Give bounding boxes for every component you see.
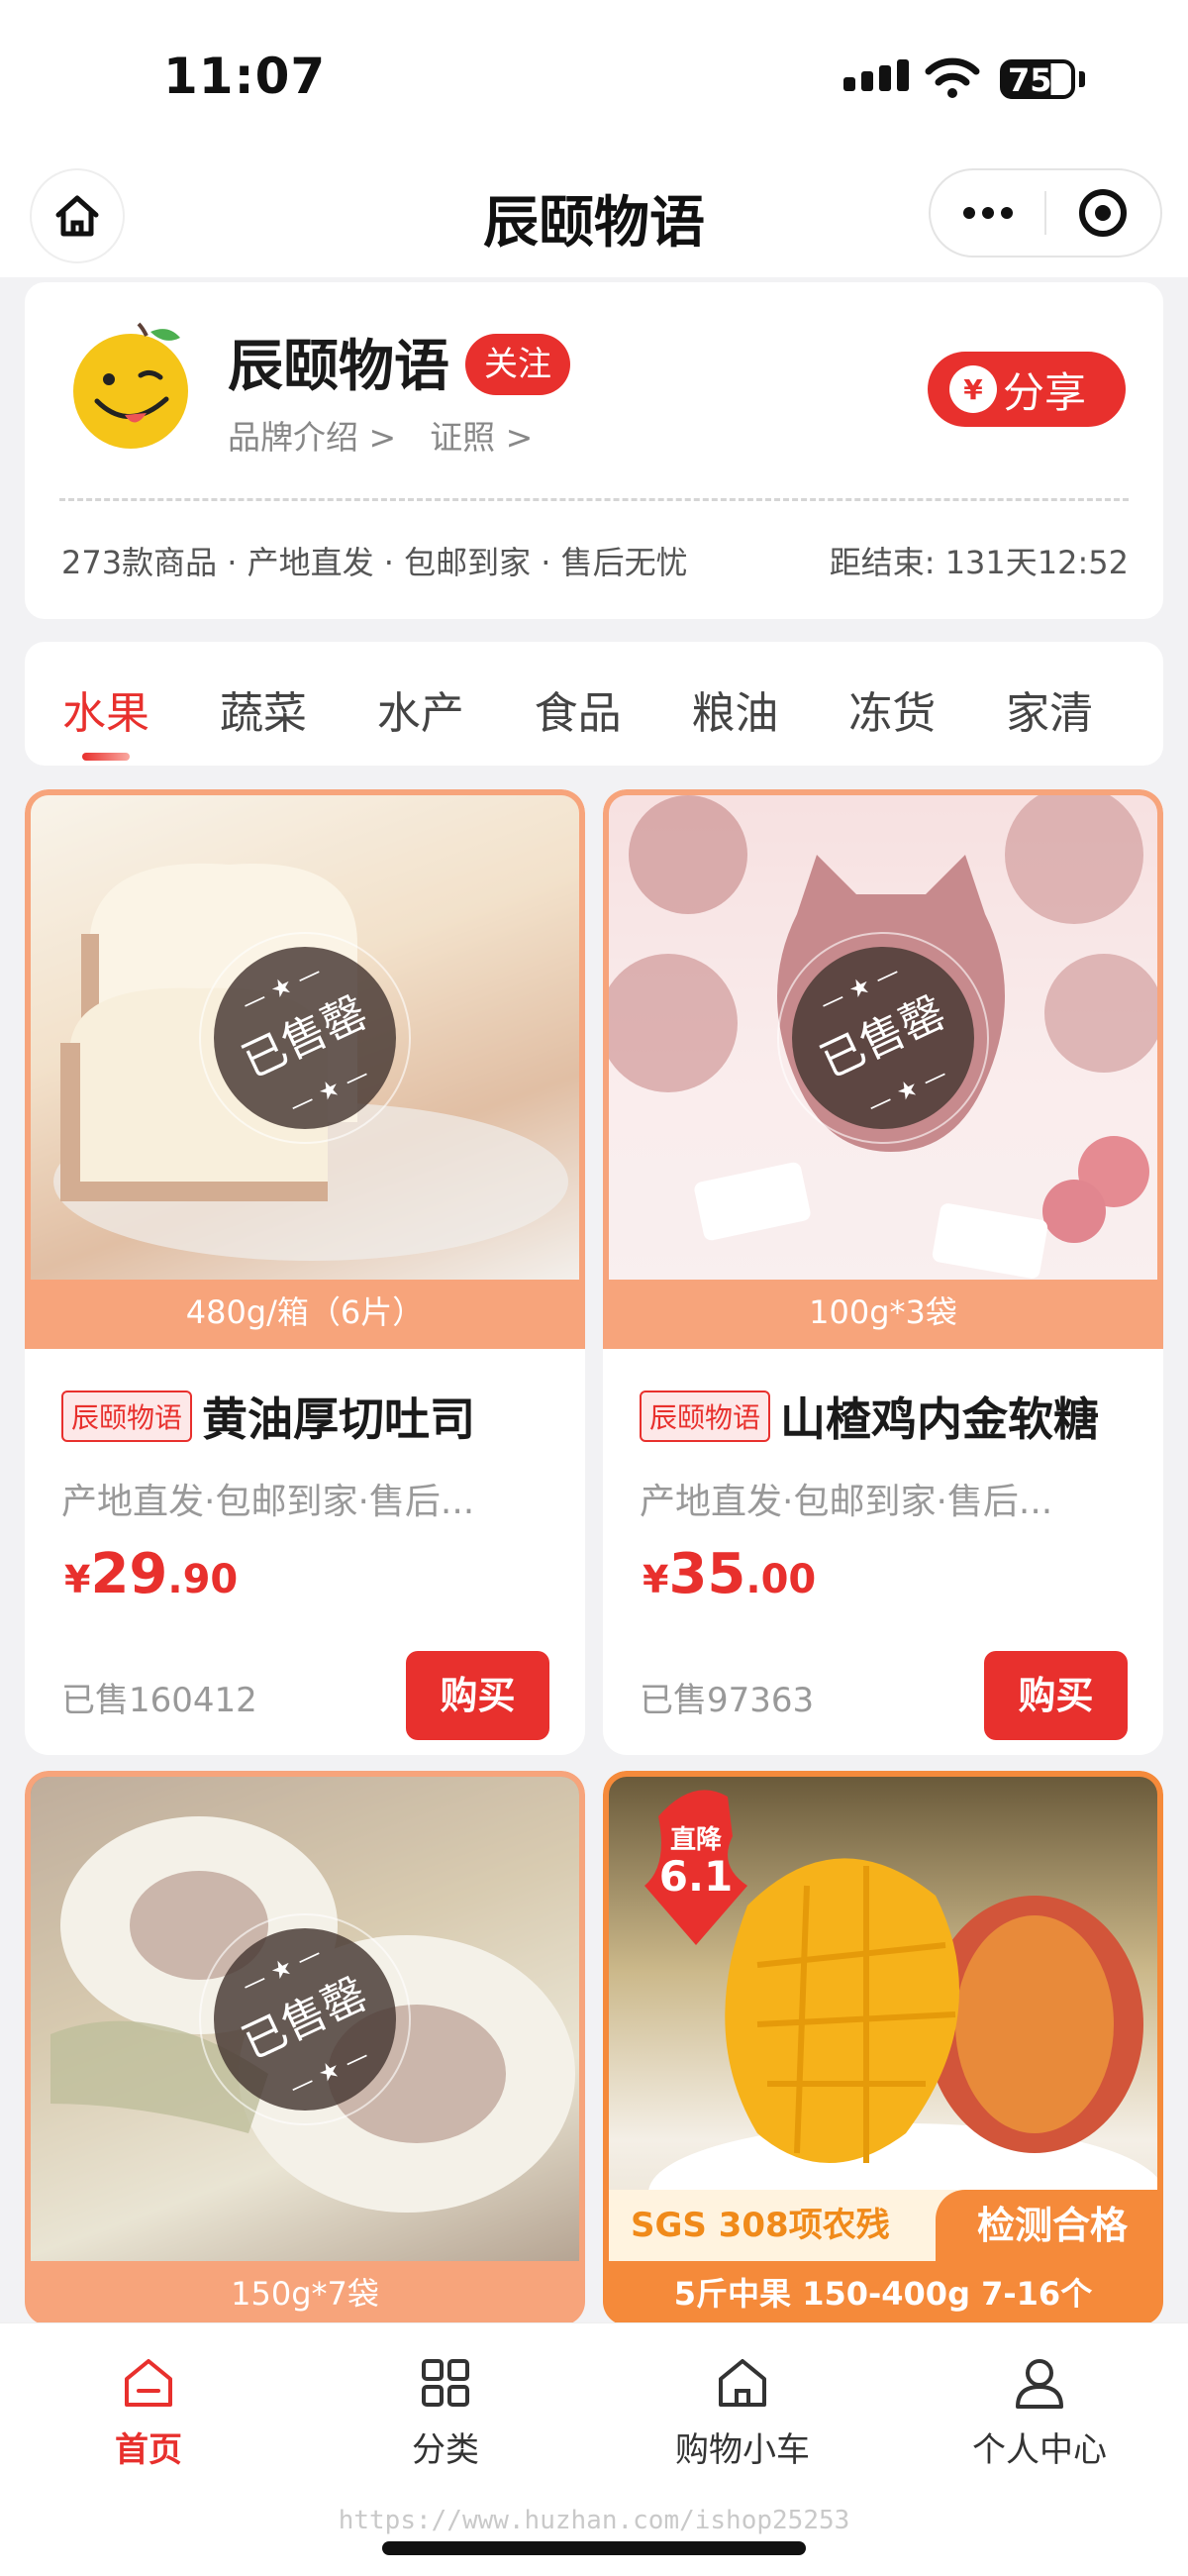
- tabbar-label: 首页: [115, 2430, 182, 2470]
- cart-house-icon: [719, 2359, 766, 2407]
- category-tabs: 水果 蔬菜 水产 食品 粮油 冻货 家清: [25, 642, 1163, 766]
- product-spec: 480g/箱（6片）: [25, 1280, 585, 1349]
- product-title: 辰颐物语 黄油厚切吐司: [61, 1384, 475, 1449]
- shop-meta: 273款商品 · 产地直发 · 包邮到家 · 售后无忧: [61, 544, 688, 581]
- product-image: 已售罄 — ★ — — ★ —: [25, 789, 585, 1280]
- tab-seafood[interactable]: 水产: [377, 642, 535, 766]
- countdown: 距结束: 131天12:52: [829, 544, 1129, 581]
- soldout-stamp-icon: 已售罄 — ★ — — ★ —: [777, 931, 989, 1144]
- pesticide-banner: SGS 308项农残 检测合格: [609, 2190, 1157, 2261]
- price-decimal: .00: [745, 1557, 817, 1602]
- product-price: ¥29.90: [64, 1542, 238, 1606]
- svg-text:直降: 直降: [670, 1825, 723, 1855]
- shop-links: 品牌介绍 > 证照 >: [228, 411, 533, 459]
- price-currency: ¥: [643, 1558, 669, 1601]
- product-image: 已售罄 — ★ — — ★ —: [25, 1771, 585, 2261]
- tabbar-profile[interactable]: 个人中心: [940, 2353, 1138, 2471]
- product-card[interactable]: 已售罄 — ★ — — ★ — 150g*7袋: [25, 1771, 585, 2325]
- sold-count: 已售160412: [61, 1681, 257, 1720]
- product-spec: 150g*7袋: [25, 2261, 585, 2325]
- sold-count: 已售97363: [640, 1681, 815, 1720]
- brand-tag: 辰颐物语: [61, 1391, 193, 1442]
- tab-frozen[interactable]: 冻货: [848, 642, 1006, 766]
- product-spec: 5斤中果 150-400g 7-16个: [603, 2261, 1163, 2325]
- shop-info-card: 辰颐物语 关注 品牌介绍 > 证照 > ¥ 分享 273款商品 · 产地直发 ·…: [25, 282, 1163, 619]
- share-button[interactable]: ¥ 分享: [928, 352, 1126, 427]
- battery-icon: 75: [1000, 59, 1075, 99]
- dashed-divider: [59, 498, 1129, 501]
- soldout-stamp-icon: 已售罄 — ★ — — ★ —: [199, 1912, 411, 2125]
- more-options-button[interactable]: [931, 207, 1044, 219]
- status-bar: 11:07 75: [0, 0, 1188, 149]
- cellular-signal-icon: [843, 59, 909, 91]
- home-icon: [125, 2359, 172, 2407]
- tab-vegetable[interactable]: 蔬菜: [220, 642, 377, 766]
- watermark: https://www.huzhan.com/ishop25253: [338, 2506, 850, 2535]
- price-integer: 29: [90, 1542, 168, 1606]
- price-currency: ¥: [64, 1558, 91, 1601]
- svg-text:6.1: 6.1: [659, 1852, 733, 1901]
- tabbar-cart[interactable]: 购物小车: [644, 2353, 842, 2471]
- share-yen-icon: ¥: [949, 365, 997, 413]
- product-card[interactable]: 已售罄 — ★ — — ★ — 480g/箱（6片） 辰颐物语 黄油厚切吐司 产…: [25, 789, 585, 1755]
- active-tab-indicator: [82, 753, 130, 761]
- product-name: 山楂鸡内金软糖: [780, 1392, 1100, 1446]
- battery-level: 75: [1008, 61, 1052, 99]
- product-card[interactable]: 已售罄 — ★ — — ★ — 100g*3袋 辰颐物语 山楂鸡内金软糖 产地直…: [603, 789, 1163, 1755]
- close-miniapp-button[interactable]: [1046, 189, 1160, 237]
- miniapp-capsule: [929, 168, 1162, 258]
- product-card[interactable]: 直降 6.1 SGS 308项农残 检测合格 5斤中果 150-400g 7-1…: [603, 1771, 1163, 2325]
- mango-illustration: 直降 6.1: [644, 1790, 1157, 2261]
- product-image: 已售罄 — ★ — — ★ —: [603, 789, 1163, 1280]
- product-desc: 产地直发·包邮到家·售后...: [61, 1482, 475, 1522]
- shop-logo: [73, 322, 188, 449]
- share-label: 分享: [1003, 367, 1087, 417]
- tab-food[interactable]: 食品: [535, 642, 692, 766]
- follow-button[interactable]: 关注: [465, 334, 570, 395]
- product-desc: 产地直发·包邮到家·售后...: [640, 1482, 1053, 1522]
- bottom-tab-bar: 首页 分类 购物小车 个人中心: [0, 2322, 1188, 2576]
- target-icon: [1079, 189, 1128, 237]
- product-title: 辰颐物语 山楂鸡内金软糖: [640, 1384, 1099, 1449]
- sgs-label: SGS 308项农残: [631, 2206, 890, 2245]
- tabbar-label: 分类: [412, 2430, 479, 2470]
- buy-button[interactable]: 购买: [984, 1651, 1128, 1740]
- user-icon: [1016, 2359, 1063, 2409]
- tabbar-home[interactable]: 首页: [50, 2353, 248, 2471]
- shop-name: 辰颐物语: [228, 335, 449, 399]
- brand-tag: 辰颐物语: [640, 1391, 771, 1442]
- home-indicator: [382, 2541, 806, 2555]
- tabbar-label: 个人中心: [972, 2430, 1107, 2470]
- tab-fruit[interactable]: 水果: [62, 642, 220, 766]
- product-spec: 100g*3袋: [603, 1280, 1163, 1349]
- product-price: ¥35.00: [643, 1542, 816, 1606]
- tabbar-label: 购物小车: [675, 2430, 810, 2470]
- tab-cleaning[interactable]: 家清: [1006, 642, 1163, 766]
- tabbar-category[interactable]: 分类: [346, 2353, 544, 2471]
- price-decimal: .90: [167, 1557, 239, 1602]
- license-link[interactable]: 证照 >: [430, 411, 533, 459]
- test-passed-label: 检测合格: [936, 2190, 1157, 2261]
- soldout-stamp-icon: 已售罄 — ★ — — ★ —: [199, 931, 411, 1144]
- nav-bar: 辰颐物语: [0, 149, 1188, 277]
- status-time: 11:07: [163, 48, 327, 105]
- price-integer: 35: [668, 1542, 746, 1606]
- category-grid-icon: [422, 2359, 469, 2407]
- tab-grain-oil[interactable]: 粮油: [691, 642, 848, 766]
- product-name: 黄油厚切吐司: [202, 1392, 476, 1446]
- product-image: 直降 6.1 SGS 308项农残 检测合格: [603, 1771, 1163, 2261]
- battery-tip: [1079, 71, 1085, 87]
- brand-intro-link[interactable]: 品牌介绍 >: [228, 411, 396, 459]
- wifi-icon: [925, 57, 980, 98]
- buy-button[interactable]: 购买: [406, 1651, 549, 1740]
